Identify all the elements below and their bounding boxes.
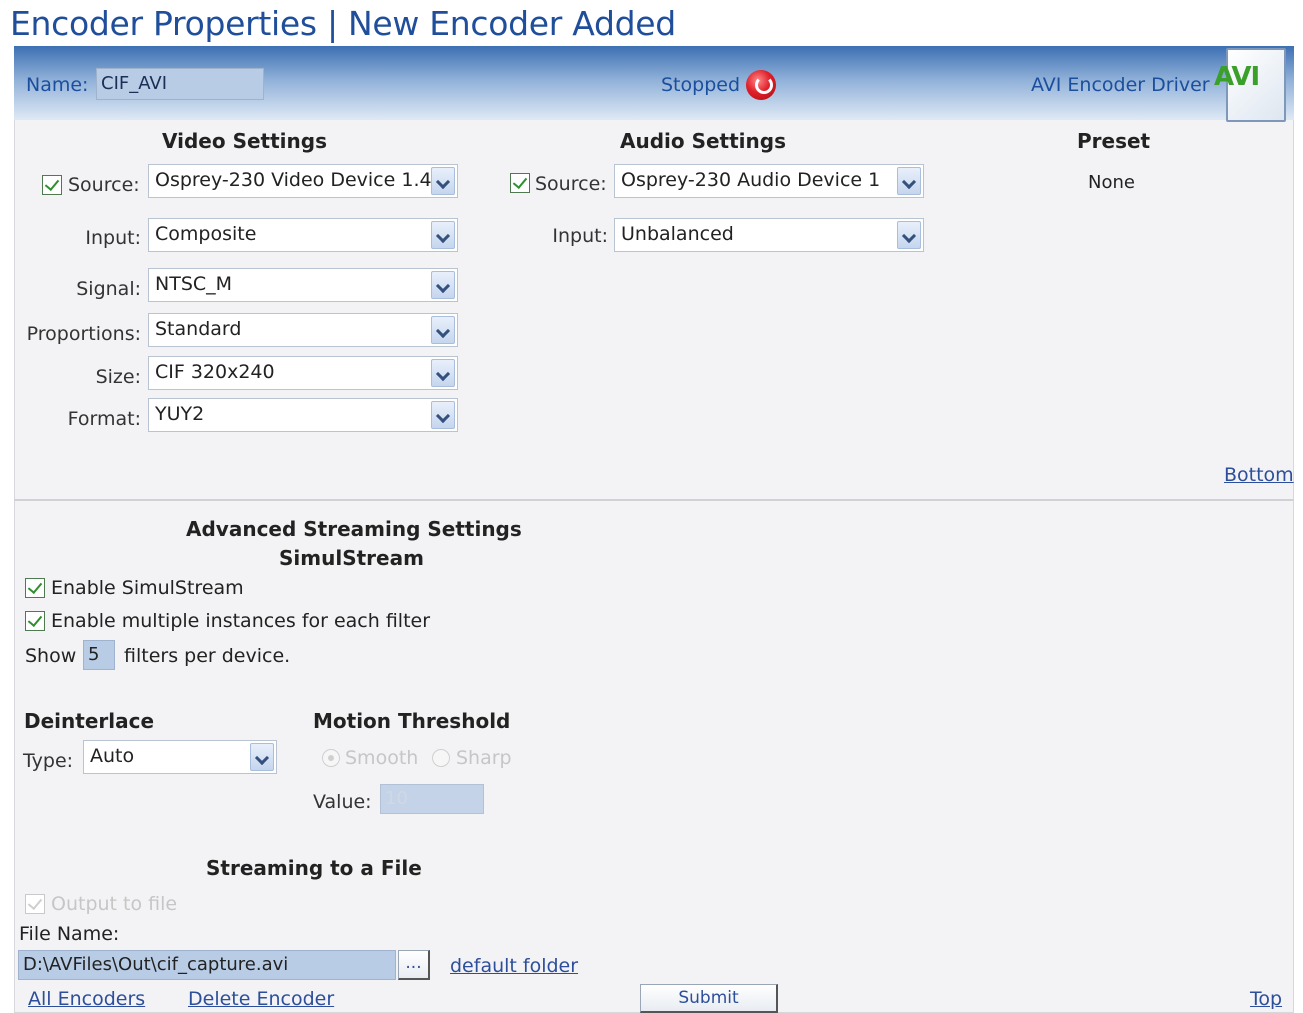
proportions-value: Standard <box>155 318 242 340</box>
name-input[interactable]: CIF_AVI <box>96 68 264 100</box>
deinterlace-type-select[interactable]: Auto <box>83 740 277 774</box>
smooth-radio[interactable] <box>322 749 340 767</box>
motion-threshold-heading: Motion Threshold <box>313 709 511 733</box>
video-source-value: Osprey-230 Video Device 1.4 <box>155 169 432 191</box>
video-source-label: Source: <box>68 174 140 196</box>
audio-source-value: Osprey-230 Audio Device 1 <box>621 169 881 191</box>
smooth-label: Smooth <box>345 747 419 769</box>
size-value: CIF 320x240 <box>155 361 275 383</box>
audio-input-label: Input: <box>552 225 608 247</box>
enable-simulstream-label: Enable SimulStream <box>51 577 244 599</box>
video-settings-heading: Video Settings <box>162 129 327 153</box>
name-label: Name: <box>26 74 89 96</box>
video-input-label: Input: <box>85 227 141 249</box>
top-link[interactable]: Top <box>1250 988 1282 1010</box>
preset-heading: Preset <box>1077 129 1151 153</box>
video-input-select[interactable]: Composite <box>148 218 458 252</box>
audio-settings-heading: Audio Settings <box>620 129 786 153</box>
avi-badge: AVI <box>1214 62 1260 92</box>
file-name-input[interactable]: D:\AVFiles\Out\cif_capture.avi <box>18 950 396 980</box>
audio-input-value: Unbalanced <box>621 223 734 245</box>
chevron-down-icon[interactable] <box>431 401 455 429</box>
chevron-down-icon[interactable] <box>431 221 455 249</box>
chevron-down-icon[interactable] <box>431 167 455 195</box>
submit-button[interactable]: Submit <box>640 984 778 1013</box>
all-encoders-link[interactable]: All Encoders <box>28 988 145 1010</box>
advanced-streaming-heading: Advanced Streaming Settings <box>186 517 522 541</box>
format-value: YUY2 <box>155 403 205 425</box>
section-divider <box>14 499 1294 501</box>
page-title: Encoder Properties | New Encoder Added <box>10 4 676 43</box>
signal-value: NTSC_M <box>155 273 233 295</box>
status-text: Stopped <box>661 74 741 96</box>
audio-input-select[interactable]: Unbalanced <box>614 218 924 252</box>
output-to-file-checkbox[interactable] <box>25 894 45 914</box>
deinterlace-type-value: Auto <box>90 745 135 767</box>
size-select[interactable]: CIF 320x240 <box>148 356 458 390</box>
audio-source-select[interactable]: Osprey-230 Audio Device 1 <box>614 164 924 198</box>
audio-source-checkbox[interactable] <box>510 173 530 193</box>
motion-value-input[interactable]: 10 <box>380 784 484 814</box>
show-label: Show <box>25 645 77 667</box>
signal-label: Signal: <box>76 278 141 300</box>
filters-per-device-label: filters per device. <box>124 645 291 667</box>
file-name-label: File Name: <box>19 923 120 945</box>
enable-simulstream-checkbox[interactable] <box>25 578 45 598</box>
default-folder-link[interactable]: default folder <box>450 955 578 977</box>
proportions-label: Proportions: <box>26 323 141 345</box>
format-select[interactable]: YUY2 <box>148 398 458 432</box>
audio-source-label: Source: <box>535 173 607 195</box>
chevron-down-icon[interactable] <box>431 271 455 299</box>
video-source-select[interactable]: Osprey-230 Video Device 1.4 <box>148 164 458 198</box>
format-label: Format: <box>67 408 141 430</box>
enable-multiple-checkbox[interactable] <box>25 611 45 631</box>
chevron-down-icon[interactable] <box>250 743 274 771</box>
chevron-down-icon[interactable] <box>897 221 921 249</box>
preset-value: None <box>1088 172 1135 193</box>
browse-button[interactable]: ... <box>398 950 430 980</box>
enable-multiple-label: Enable multiple instances for each filte… <box>51 610 431 632</box>
motion-value-label: Value: <box>313 791 372 813</box>
signal-select[interactable]: NTSC_M <box>148 268 458 302</box>
bottom-link[interactable]: Bottom <box>1224 464 1294 486</box>
sharp-label: Sharp <box>456 747 512 769</box>
chevron-down-icon[interactable] <box>431 316 455 344</box>
streaming-file-heading: Streaming to a File <box>206 856 422 880</box>
deinterlace-heading: Deinterlace <box>24 709 155 733</box>
chevron-down-icon[interactable] <box>431 359 455 387</box>
driver-label: AVI Encoder Driver <box>1031 74 1210 96</box>
chevron-down-icon[interactable] <box>897 167 921 195</box>
deinterlace-type-label: Type: <box>23 750 74 772</box>
delete-encoder-link[interactable]: Delete Encoder <box>188 988 334 1010</box>
video-input-value: Composite <box>155 223 257 245</box>
stopped-status-icon <box>746 70 776 100</box>
simulstream-heading: SimulStream <box>279 546 424 570</box>
output-to-file-label: Output to file <box>51 893 178 915</box>
video-source-checkbox[interactable] <box>42 175 62 195</box>
filters-count-input[interactable]: 5 <box>83 640 115 670</box>
size-label: Size: <box>95 366 141 388</box>
sharp-radio[interactable] <box>432 749 450 767</box>
proportions-select[interactable]: Standard <box>148 313 458 347</box>
